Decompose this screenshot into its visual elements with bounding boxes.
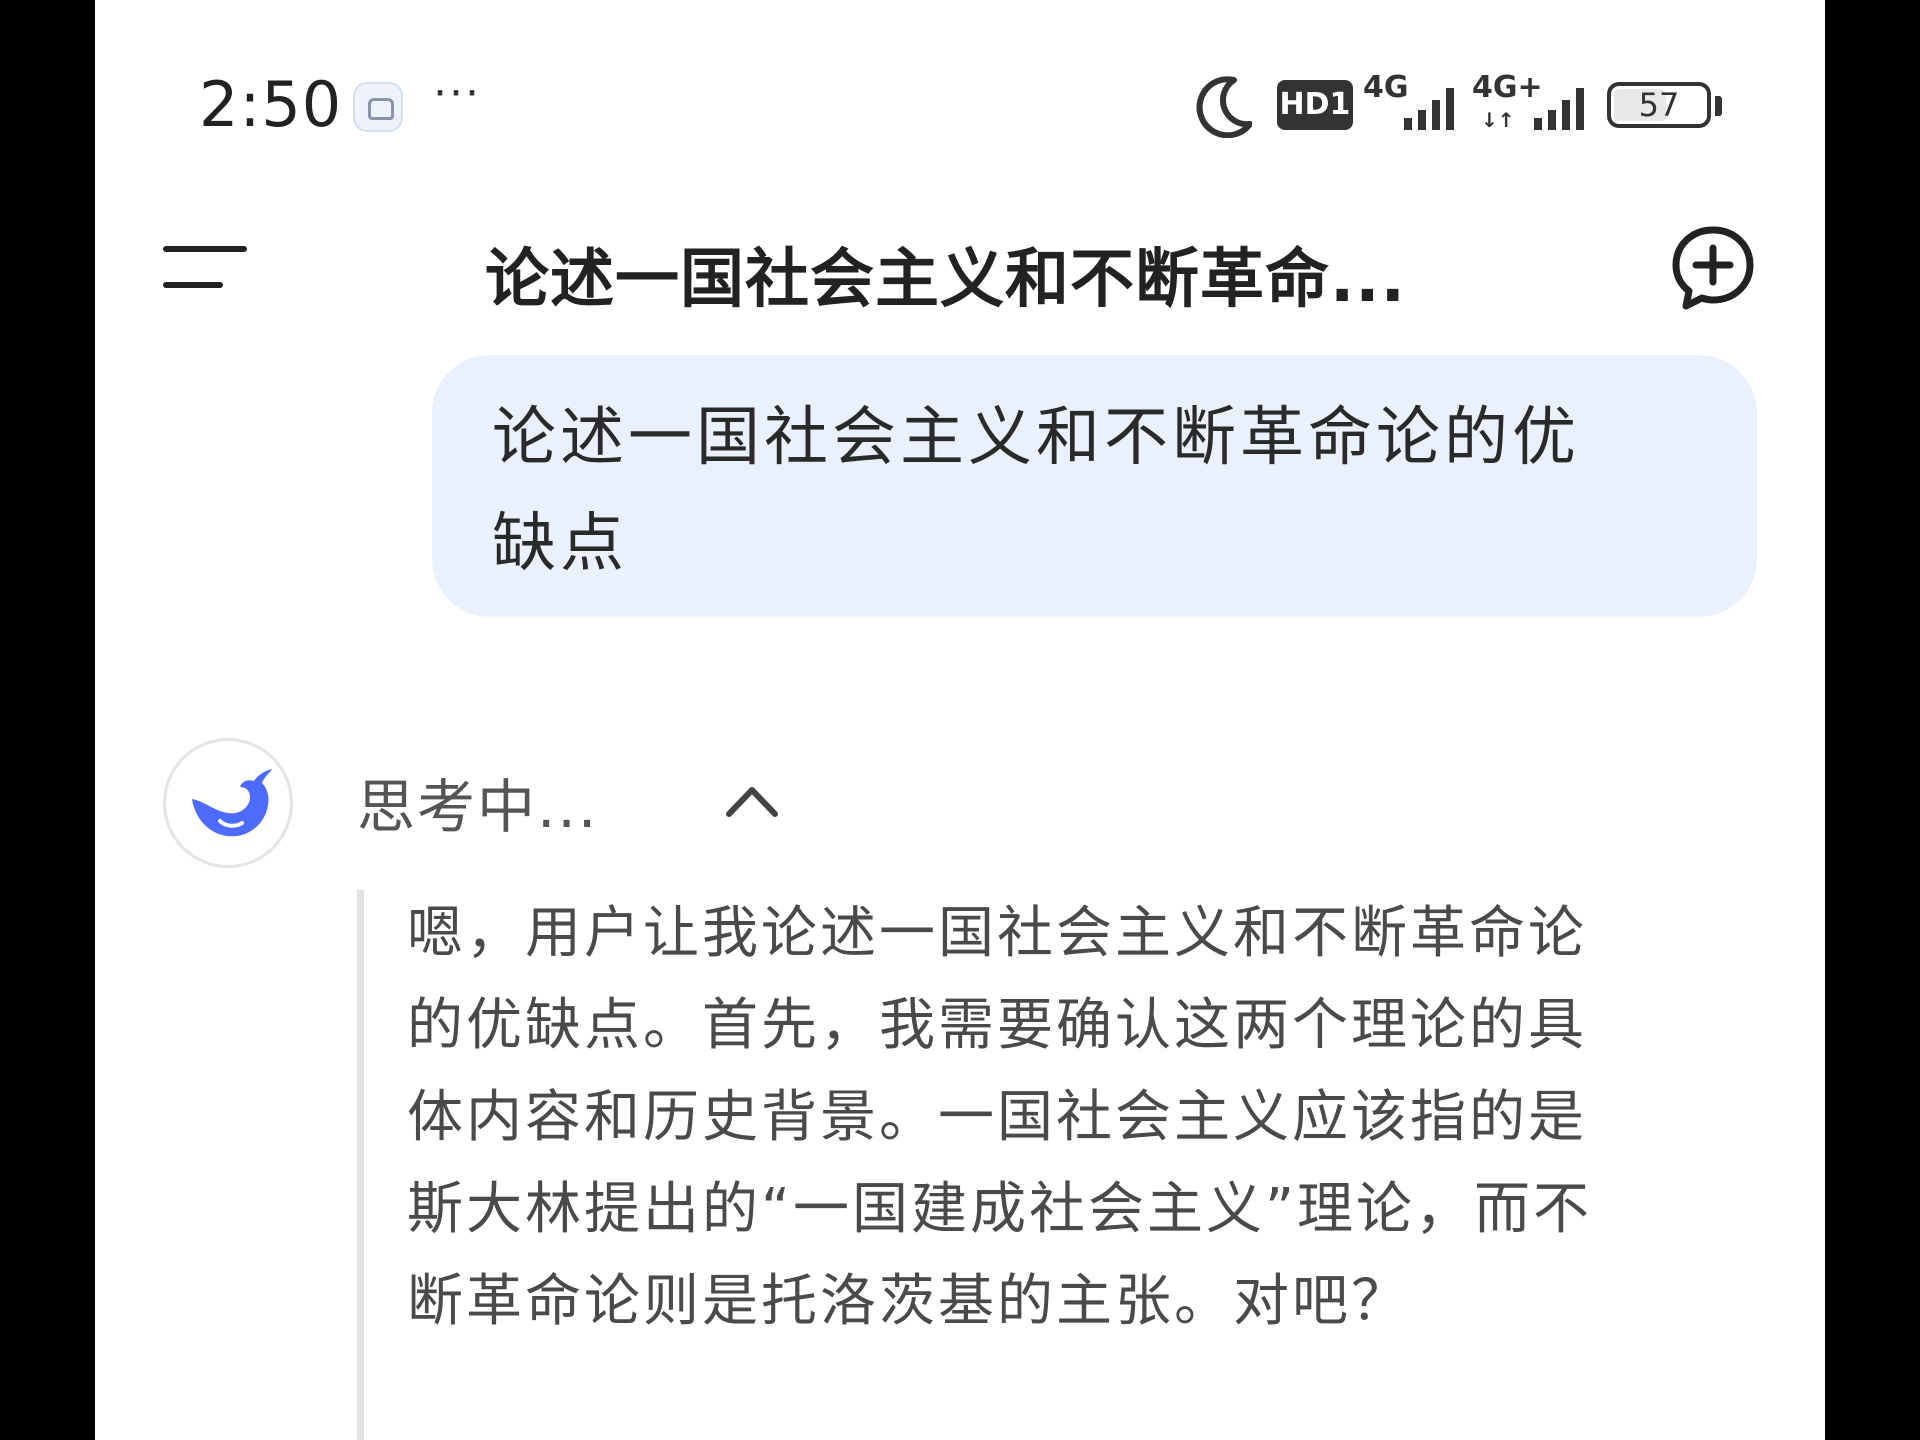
chevron-up-icon[interactable] <box>725 784 779 818</box>
user-message-bubble[interactable]: 论述一国社会主义和不断革命论的优 缺点 <box>432 355 1757 617</box>
thinking-divider <box>357 890 364 1440</box>
thinking-label: 思考中... <box>357 773 599 841</box>
deepseek-whale-icon <box>192 769 272 837</box>
user-message-line: 缺点 <box>492 507 628 581</box>
thinking-content: 嗯，用户让我论述一国社会主义和不断革命论 的优缺点。首先，我需要确认这两个理论的… <box>407 888 1825 1348</box>
new-chat-plus-icon[interactable] <box>1668 224 1758 312</box>
moon-icon <box>1196 76 1252 138</box>
menu-icon[interactable] <box>163 244 247 292</box>
battery-level: 57 <box>1638 86 1680 124</box>
thinking-line: 嗯，用户让我论述一国社会主义和不断革命论 <box>407 901 1587 966</box>
thinking-line: 的优缺点。首先，我需要确认这两个理论的具 <box>407 993 1587 1058</box>
phone-screen: 2:50 ··· HD1 4G 4G+ ↓↑ 57 论述一国社会主义和不断革命.… <box>95 0 1825 1440</box>
thinking-line: 斯大林提出的“一国建成社会主义”理论，而不 <box>407 1177 1593 1242</box>
hd-badge: HD1 <box>1277 80 1353 130</box>
chat-title: 论述一国社会主义和不断革命... <box>485 243 1406 317</box>
battery-tip <box>1715 96 1722 116</box>
user-message-line: 论述一国社会主义和不断革命论的优 <box>492 401 1580 475</box>
app-notification-icon <box>353 82 403 132</box>
signal-icon <box>1404 88 1454 130</box>
status-time: 2:50 <box>199 68 343 141</box>
assistant-avatar <box>163 738 293 868</box>
more-notifications-icon: ··· <box>433 68 481 119</box>
thinking-line: 体内容和历史背景。一国社会主义应该指的是 <box>407 1085 1587 1150</box>
data-arrows-icon: ↓↑ <box>1481 108 1515 132</box>
thinking-toggle[interactable]: 思考中... <box>357 760 778 841</box>
status-bar: 2:50 ··· HD1 4G 4G+ ↓↑ 57 <box>95 0 1825 210</box>
battery-icon: 57 <box>1607 82 1711 128</box>
thinking-line: 断革命论则是托洛茨基的主张。对吧？ <box>407 1269 1410 1334</box>
signal-icon <box>1534 88 1584 130</box>
